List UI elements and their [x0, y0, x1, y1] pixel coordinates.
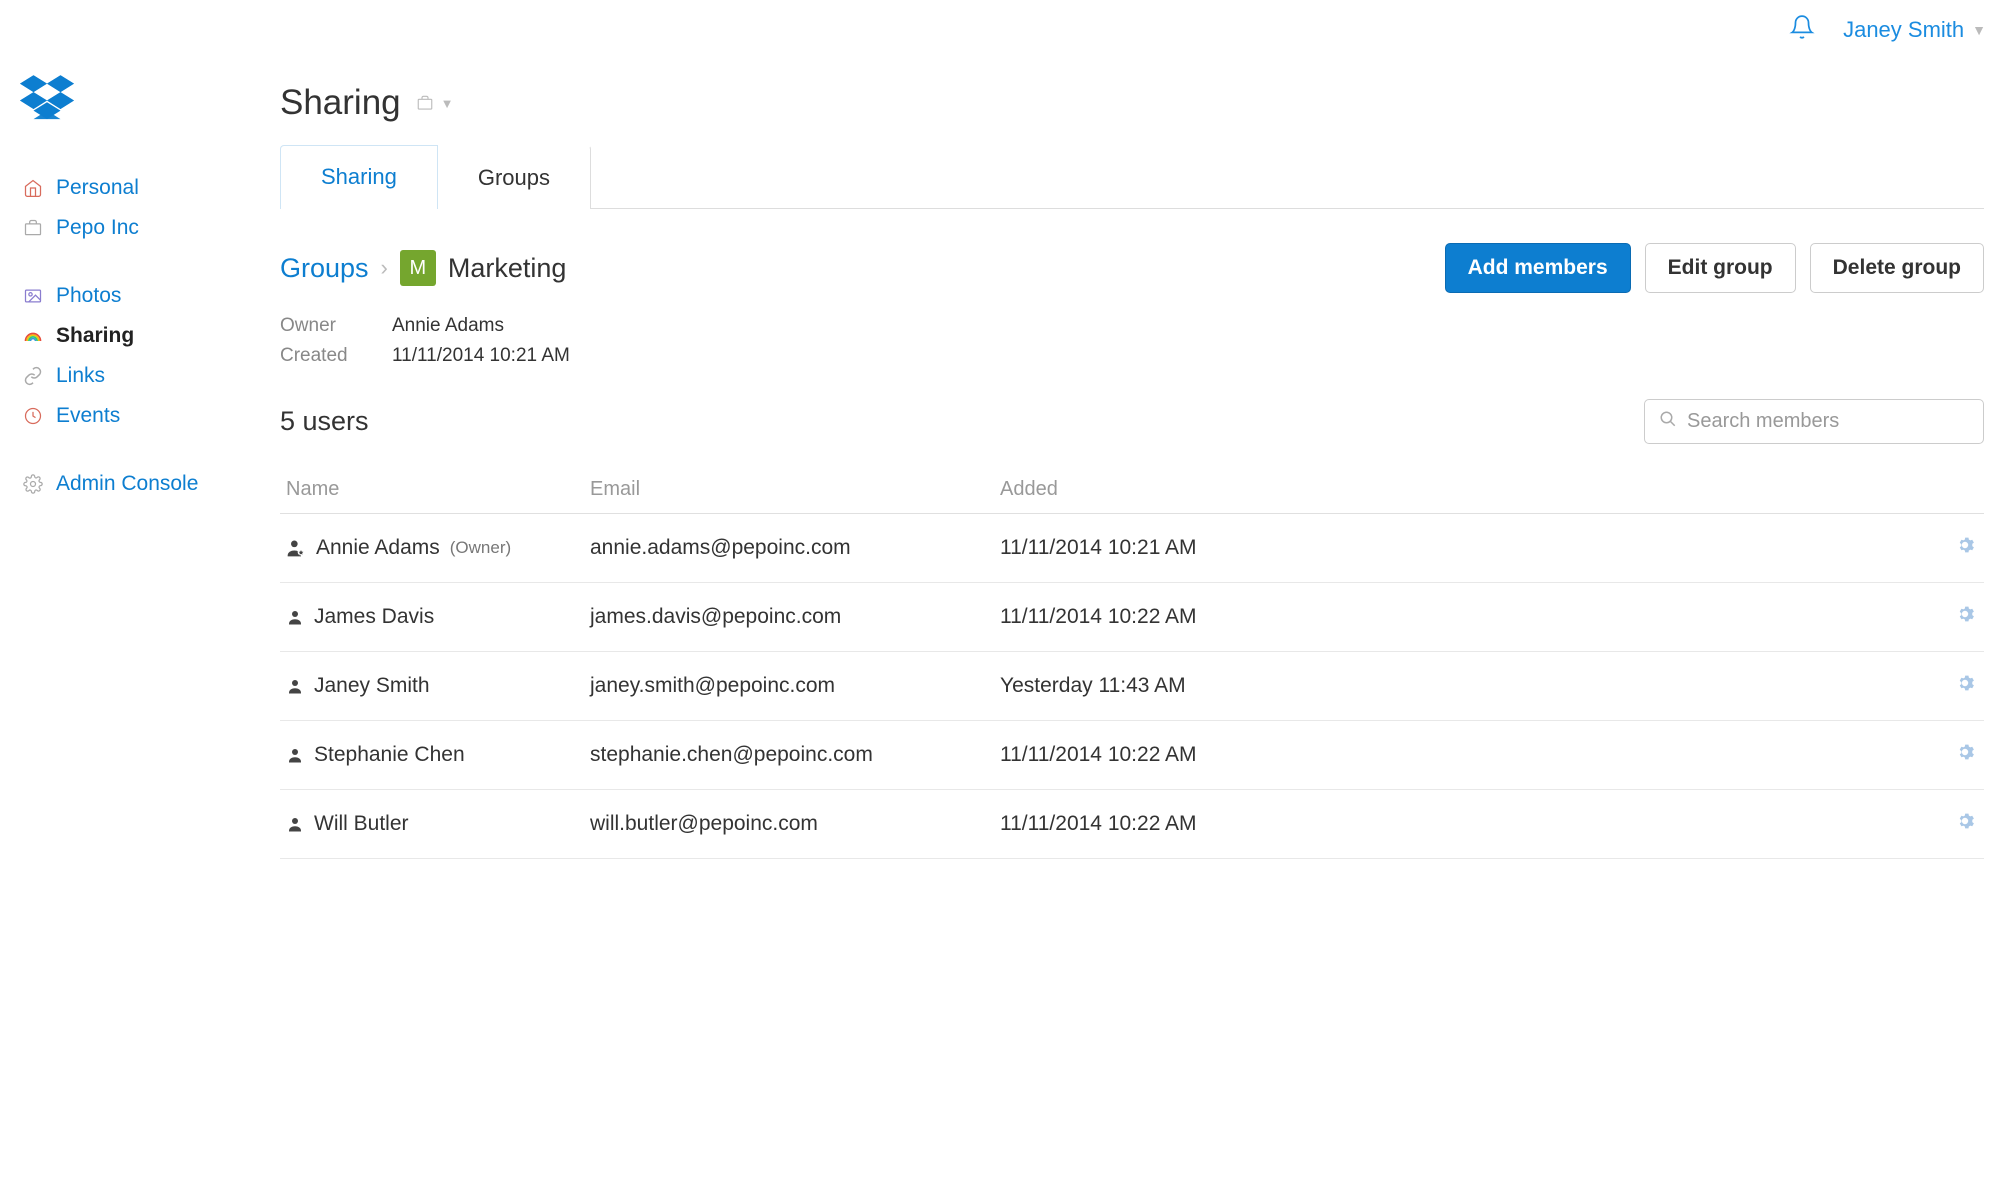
sidebar-item-photos[interactable]: Photos [22, 276, 250, 316]
row-settings-button[interactable] [1954, 534, 1976, 556]
table-row: James Davis james.davis@pepoinc.com11/11/… [280, 583, 1984, 652]
member-added: 11/11/2014 10:22 AM [1000, 605, 1934, 629]
rainbow-icon [22, 325, 44, 347]
sidebar-label: Personal [56, 176, 139, 200]
table-row: Stephanie Chen stephanie.chen@pepoinc.com… [280, 721, 1984, 790]
briefcase-icon [22, 217, 44, 239]
member-email: janey.smith@pepoinc.com [590, 674, 1000, 698]
created-label: Created [280, 345, 392, 367]
sidebar-label: Admin Console [56, 472, 198, 496]
tab-groups[interactable]: Groups [438, 145, 591, 209]
person-icon [286, 677, 304, 695]
member-email: stephanie.chen@pepoinc.com [590, 743, 1000, 767]
chevron-down-icon: ▼ [1972, 22, 1986, 38]
page-title: Sharing [280, 83, 401, 123]
chevron-right-icon: › [381, 255, 388, 281]
dropbox-logo[interactable] [20, 73, 250, 128]
breadcrumb: Groups › M Marketing [280, 250, 566, 286]
created-value: 11/11/2014 10:21 AM [392, 345, 570, 367]
breadcrumb-groups[interactable]: Groups [280, 253, 369, 284]
notifications-icon[interactable] [1789, 14, 1815, 45]
search-members[interactable] [1644, 399, 1984, 444]
table-row: Will Butler will.butler@pepoinc.com11/11/… [280, 790, 1984, 859]
sidebar-label: Photos [56, 284, 121, 308]
row-settings-button[interactable] [1954, 741, 1976, 763]
member-email: annie.adams@pepoinc.com [590, 536, 1000, 560]
tabs: Sharing Groups [280, 145, 1984, 209]
edit-group-button[interactable]: Edit group [1645, 243, 1796, 293]
sidebar-label: Events [56, 404, 120, 428]
member-name: Janey Smith [314, 674, 430, 698]
search-input[interactable] [1687, 410, 1969, 433]
member-added: 11/11/2014 10:22 AM [1000, 743, 1934, 767]
link-icon [22, 365, 44, 387]
sidebar-item-personal[interactable]: Personal [22, 168, 250, 208]
gear-icon [22, 473, 44, 495]
member-added: 11/11/2014 10:22 AM [1000, 812, 1934, 836]
member-added: Yesterday 11:43 AM [1000, 674, 1934, 698]
owner-value: Annie Adams [392, 315, 504, 337]
column-email: Email [590, 478, 1000, 501]
chevron-down-icon: ▼ [441, 96, 454, 111]
row-settings-button[interactable] [1954, 810, 1976, 832]
sidebar-item-sharing[interactable]: Sharing [22, 316, 250, 356]
delete-group-button[interactable]: Delete group [1810, 243, 1984, 293]
user-name: Janey Smith [1843, 17, 1964, 43]
context-selector[interactable]: ▼ [415, 94, 454, 112]
column-name: Name [280, 478, 590, 501]
sidebar-label: Pepo Inc [56, 216, 139, 240]
member-email: will.butler@pepoinc.com [590, 812, 1000, 836]
table-row: Annie Adams (Owner) annie.adams@pepoinc.co… [280, 514, 1984, 583]
breadcrumb-current: Marketing [448, 253, 567, 284]
members-table: Name Email Added Annie Adams (Owner) annie… [280, 466, 1984, 859]
member-name: Stephanie Chen [314, 743, 465, 767]
person-owner-icon [286, 538, 306, 558]
owner-tag: (Owner) [450, 538, 511, 558]
user-menu[interactable]: Janey Smith ▼ [1843, 17, 1986, 43]
table-row: Janey Smith janey.smith@pepoinc.comYester… [280, 652, 1984, 721]
person-icon [286, 746, 304, 764]
member-name: James Davis [314, 605, 434, 629]
member-name: Will Butler [314, 812, 409, 836]
tab-sharing[interactable]: Sharing [280, 145, 438, 209]
group-badge: M [400, 250, 436, 286]
person-icon [286, 815, 304, 833]
sidebar-item-admin[interactable]: Admin Console [22, 464, 250, 504]
photos-icon [22, 285, 44, 307]
row-settings-button[interactable] [1954, 672, 1976, 694]
users-count: 5 users [280, 406, 369, 437]
add-members-button[interactable]: Add members [1445, 243, 1631, 293]
row-settings-button[interactable] [1954, 603, 1976, 625]
member-email: james.davis@pepoinc.com [590, 605, 1000, 629]
sidebar-label: Sharing [56, 324, 134, 348]
person-icon [286, 608, 304, 626]
clock-icon [22, 405, 44, 427]
sidebar-label: Links [56, 364, 105, 388]
owner-label: Owner [280, 315, 392, 337]
member-name: Annie Adams [316, 536, 440, 560]
search-icon [1659, 410, 1677, 433]
sidebar-item-events[interactable]: Events [22, 396, 250, 436]
member-added: 11/11/2014 10:21 AM [1000, 536, 1934, 560]
column-added: Added [1000, 478, 1934, 501]
sidebar-item-company[interactable]: Pepo Inc [22, 208, 250, 248]
sidebar: Personal Pepo Inc Photos Sharing [0, 53, 250, 899]
briefcase-icon [415, 94, 435, 112]
home-icon [22, 177, 44, 199]
sidebar-item-links[interactable]: Links [22, 356, 250, 396]
